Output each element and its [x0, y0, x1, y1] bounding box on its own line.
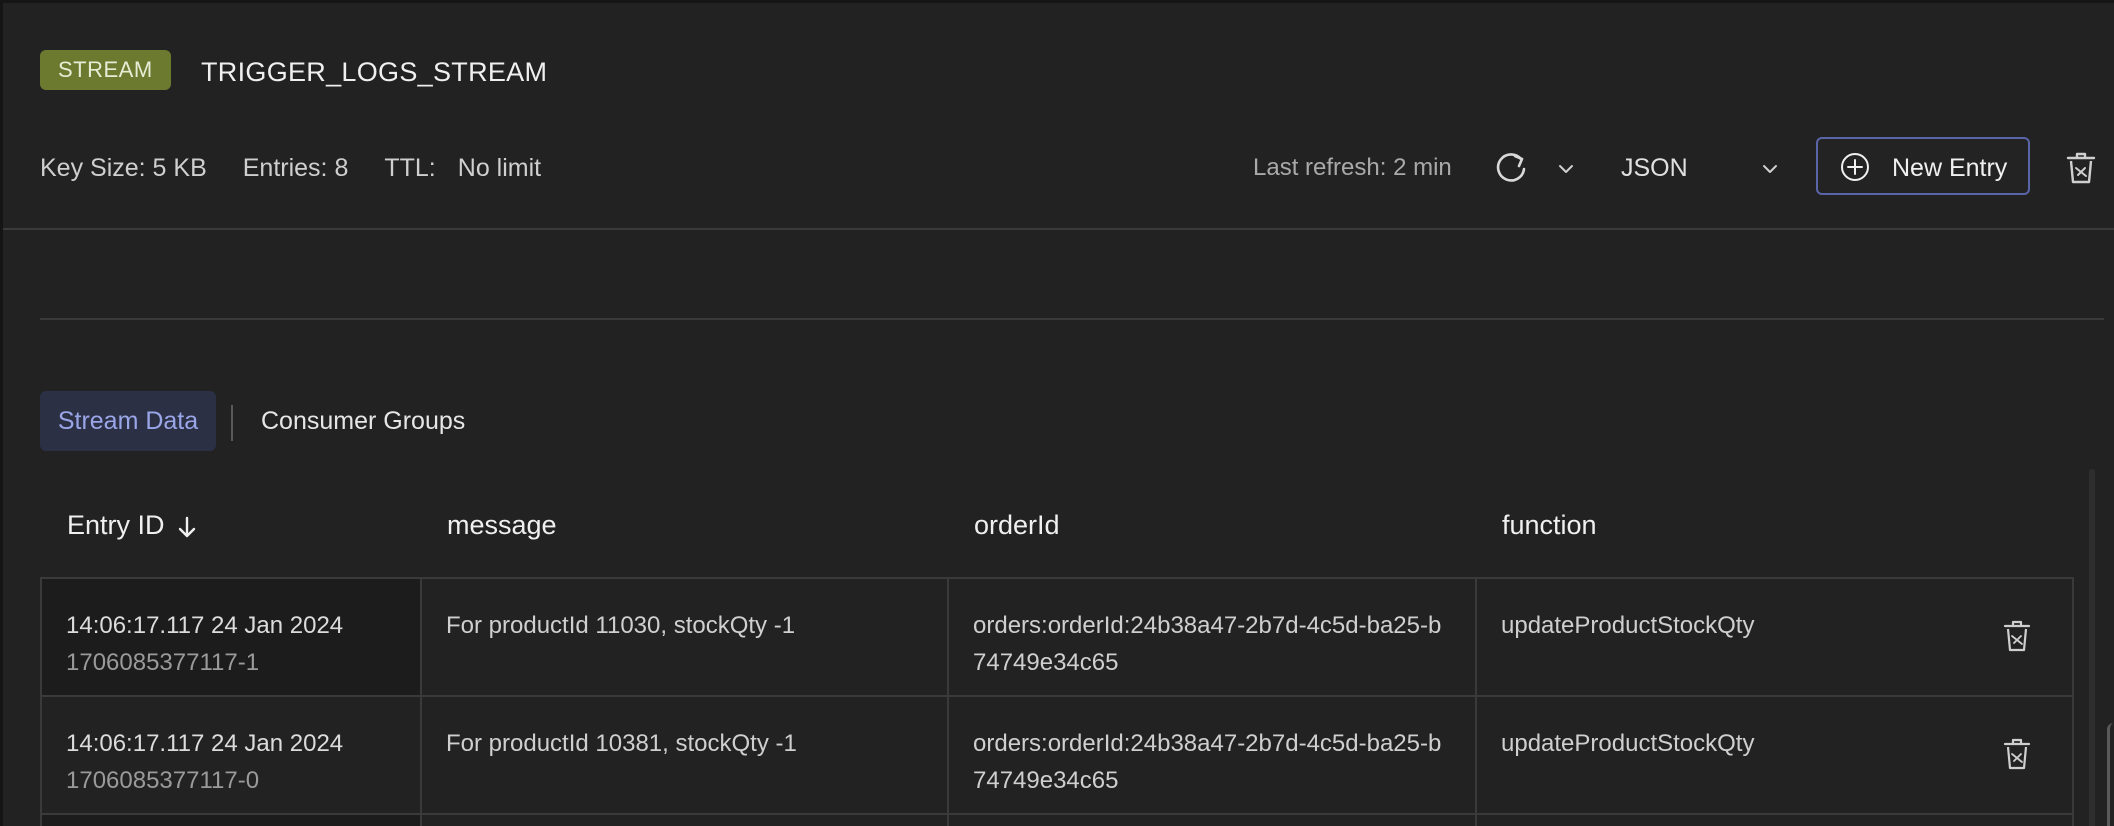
entry-timestamp: 14:06:17.117 24 Jan 2024 — [66, 612, 344, 639]
entry-timestamp: 14:06:17.117 24 Jan 2024 — [66, 730, 344, 757]
column-header-entry-id[interactable]: Entry ID — [67, 473, 199, 577]
column-header-order-id: orderId — [974, 510, 1060, 540]
new-entry-button[interactable]: New Entry — [1816, 137, 2030, 195]
message-cell[interactable]: For productId 11030, stockQty -1 — [420, 579, 947, 697]
entry-id: 1706085377117-1 — [66, 649, 260, 676]
function-value: updateProductStockQty — [1501, 730, 1755, 757]
delete-entry-icon[interactable] — [2002, 619, 2032, 653]
key-size: Key Size: 5 KB — [40, 154, 207, 182]
refresh-icon[interactable] — [1493, 150, 1529, 186]
ttl-value[interactable]: No limit — [458, 151, 541, 185]
entry-id-cell — [40, 815, 420, 826]
order-id-cell[interactable]: orders:orderId:24b38a47-2b7d-4c5d-ba25-b… — [947, 697, 1475, 815]
entry-id-cell: 14:06:17.117 24 Jan 2024 1706085377117-1 — [40, 579, 420, 697]
delete-key-icon[interactable] — [2065, 151, 2097, 185]
last-refresh-text: Last refresh: 2 min — [1253, 154, 1452, 181]
entry-id: 1706085377117-0 — [66, 767, 260, 794]
key-details-panel: STREAM TRIGGER_LOGS_STREAM Key Size: 5 K… — [0, 0, 2114, 826]
resize-handle[interactable] — [2107, 723, 2114, 826]
header-divider — [3, 228, 2114, 230]
format-select[interactable]: JSON — [1621, 146, 1781, 190]
entry-id-cell: 14:06:17.117 24 Jan 2024 1706085377117-0 — [40, 697, 420, 815]
function-cell[interactable]: updateProductStockQty — [1475, 697, 2074, 815]
tab-separator — [231, 405, 233, 441]
delete-entry-icon[interactable] — [2002, 737, 2032, 771]
tab-stream-data[interactable]: Stream Data — [40, 391, 216, 451]
key-name[interactable]: TRIGGER_LOGS_STREAM — [201, 55, 547, 89]
column-header-label: Entry ID — [67, 510, 165, 540]
key-meta: Key Size: 5 KB Entries: 8 TTL: No limit — [40, 151, 541, 185]
arrow-down-icon[interactable] — [175, 514, 199, 540]
section-divider — [40, 318, 2104, 320]
table-row: 14:06:17.117 24 Jan 2024 1706085377117-0… — [40, 695, 2074, 815]
chevron-down-icon[interactable] — [1557, 160, 1575, 178]
table-row: 14:06:17.117 24 Jan 2024 1706085377117-1… — [40, 577, 2074, 697]
table-scrollbar[interactable] — [2089, 469, 2095, 826]
function-value: updateProductStockQty — [1501, 612, 1755, 639]
function-cell — [1475, 815, 2074, 826]
order-id-cell — [947, 815, 1475, 826]
message-cell — [420, 815, 947, 826]
message-cell[interactable]: For productId 10381, stockQty -1 — [420, 697, 947, 815]
tab-consumer-groups[interactable]: Consumer Groups — [261, 391, 465, 451]
table-row — [40, 813, 2074, 826]
plus-circle-icon — [1841, 153, 1869, 181]
ttl-label: TTL: — [384, 154, 436, 182]
format-value: JSON — [1621, 154, 1688, 182]
order-id-cell[interactable]: orders:orderId:24b38a47-2b7d-4c5d-ba25-b… — [947, 579, 1475, 697]
function-cell[interactable]: updateProductStockQty — [1475, 579, 2074, 697]
key-type-badge: STREAM — [40, 50, 171, 90]
entries-count: Entries: 8 — [242, 154, 349, 182]
column-header-message: message — [447, 510, 557, 540]
table-header: Entry ID message orderId function — [40, 473, 2074, 577]
chevron-down-icon — [1763, 165, 1777, 173]
stream-entries-table: Entry ID message orderId function 14:06:… — [40, 473, 2074, 826]
column-header-function: function — [1502, 510, 1597, 540]
new-entry-label: New Entry — [1892, 154, 2008, 182]
